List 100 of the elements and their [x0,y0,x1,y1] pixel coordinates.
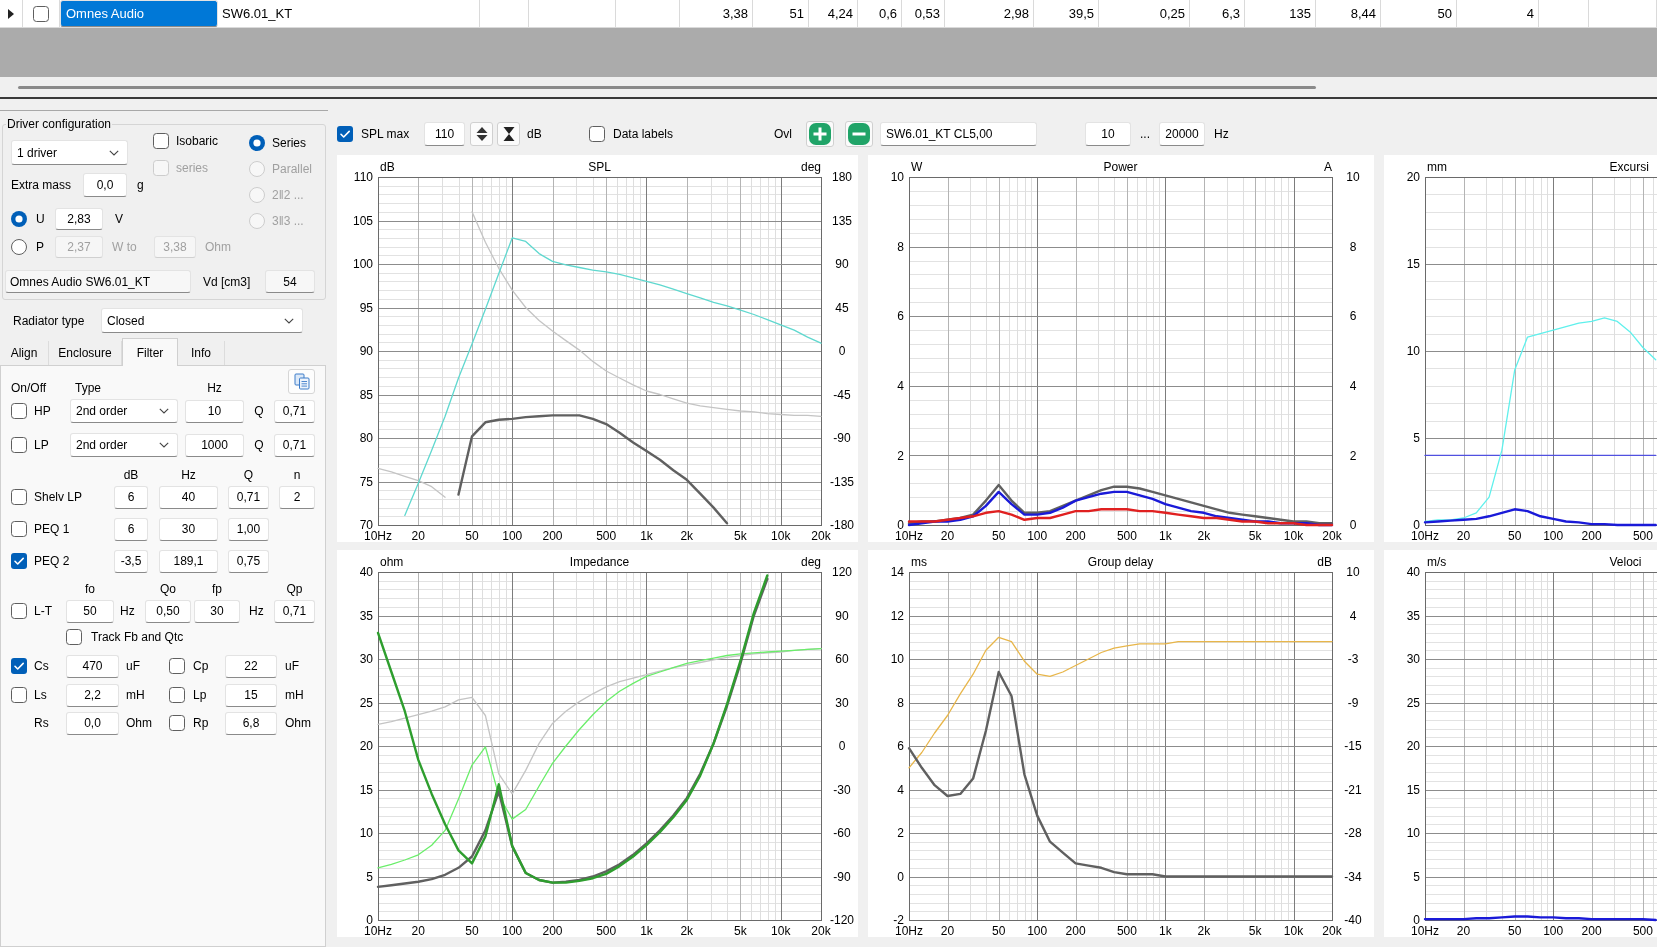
q-field[interactable]: 0,71 [274,399,315,423]
axis-tick-label: 4 [1349,608,1357,623]
value-field[interactable]: 6 [114,485,148,509]
value-field[interactable]: 0,75 [228,549,269,573]
radio-button[interactable] [11,239,27,255]
column-header: On/Off [11,381,47,395]
checkbox[interactable] [11,489,27,505]
spl-max-field[interactable]: 110 [424,122,465,146]
add-button[interactable] [806,121,834,147]
axis-tick-label: 60 [835,652,849,667]
axis-tick-label: 135 [832,213,852,228]
axis-tick-label: 50 [1508,924,1522,937]
value-field[interactable]: 40 [159,485,218,509]
axis-tick-label: -40 [1344,913,1362,928]
overlay-name-field[interactable]: SW6.01_KT CL5,00 [880,122,1037,146]
radio-button[interactable] [11,211,27,227]
axis-tick-label: 2k [1197,529,1211,542]
checkbox[interactable] [11,603,27,619]
filter-type-dropdown[interactable]: 2nd order [70,399,178,423]
range-to-field[interactable]: 20000 [1159,122,1205,146]
checkbox[interactable] [169,715,185,731]
range-from-field[interactable]: 10 [1085,122,1131,146]
radiator-type-dropdown[interactable]: Closed [101,308,303,333]
axis-tick-label: 500 [596,924,617,937]
axis-tick-label: 100 [1027,924,1048,937]
axis-tick-label: 20k [1322,924,1342,937]
axis-tick-label: 95 [359,300,373,315]
axis-tick-label: 20 [1406,170,1420,185]
frequency-field[interactable]: 1000 [185,433,244,457]
value-field[interactable]: 6,8 [225,711,277,735]
value-field[interactable]: -3,5 [114,549,148,573]
checkbox[interactable] [11,553,27,569]
checkbox[interactable] [337,126,353,142]
checkbox-label: Shelv LP [34,490,83,504]
axis-unit-label: dB [1317,555,1332,569]
axis-tick-label: 100 [502,529,523,542]
value-field[interactable]: 2 [279,485,315,509]
axis-tick-label: 50 [1508,529,1522,542]
filter-type-dropdown[interactable]: 2nd order [70,433,178,457]
checkbox-label: Rp [193,716,209,730]
value-field[interactable]: 2,83 [55,208,103,230]
axis-tick-label: -90 [833,431,851,446]
up-down-triangles-icon [475,126,488,142]
axis-tick-label: 90 [359,344,373,359]
value-field[interactable]: 0,71 [228,485,269,509]
value-field[interactable]: 0,0 [66,711,119,735]
checkbox[interactable] [33,5,49,22]
icon-button[interactable] [497,122,520,146]
spin-button[interactable] [470,122,493,146]
value-field[interactable]: 2,2 [66,683,119,707]
checkbox[interactable] [11,687,27,703]
checkbox[interactable] [11,403,27,419]
value-field[interactable]: 30 [159,517,218,541]
axis-tick-label: 30 [1406,652,1420,667]
vd-field[interactable]: 54 [265,270,315,293]
axis-tick-label: 20 [411,924,425,937]
axis-tick-label: 4 [897,782,904,797]
tab[interactable]: Filter [122,338,178,366]
value-field[interactable]: 470 [66,654,119,678]
table-cell: 6,3 [1190,0,1245,27]
checkbox[interactable] [589,126,605,142]
axis-tick-label: 20 [940,924,955,937]
axis-tick-label: 15 [1406,257,1420,272]
frequency-field[interactable]: 10 [185,399,244,423]
value-field[interactable]: 15 [225,683,277,707]
axis-tick-label: 20 [359,739,373,754]
axis-tick-label: 10k [1283,924,1304,937]
value-field[interactable]: 0,50 [145,599,191,623]
checkbox[interactable] [11,658,27,674]
value-field[interactable]: 0,71 [274,599,315,623]
remove-button[interactable] [845,121,873,147]
q-field[interactable]: 0,71 [274,433,315,457]
checkbox[interactable] [169,687,185,703]
axis-tick-label: 15 [359,782,373,797]
checkbox-label: Isobaric [176,134,220,148]
value-field[interactable]: 30 [194,599,240,623]
checkbox[interactable] [11,521,27,537]
value-field[interactable]: 1,00 [228,517,269,541]
scrollbar-thumb[interactable] [18,85,1316,89]
driver-count-dropdown[interactable]: 1 driver [11,140,128,165]
value-field[interactable]: 6 [114,517,148,541]
unit-label: Hz [249,604,264,618]
radio-button[interactable] [249,135,265,151]
checkbox[interactable] [11,437,27,453]
chart-title: Group delay [1087,555,1154,569]
axis-unit-label: m/s [1427,555,1447,569]
axis-tick-label: 200 [1581,529,1602,542]
checkbox[interactable] [153,133,169,149]
checkbox[interactable] [169,658,185,674]
value-field[interactable]: 50 [66,599,114,623]
axis-unit-label: dB [380,160,395,174]
value-field[interactable]: 189,1 [159,549,218,573]
copy-button[interactable] [288,369,315,394]
value-field[interactable]: 22 [225,654,277,678]
driver-name-field[interactable]: Omnes Audio SW6.01_KT [5,270,191,293]
extra-mass-field[interactable]: 0,0 [83,173,127,197]
checkbox[interactable] [66,629,82,645]
unit-label: Hz [120,604,135,618]
table-cell: 4 [1457,0,1539,27]
axis-tick-label: 20k [811,529,831,542]
